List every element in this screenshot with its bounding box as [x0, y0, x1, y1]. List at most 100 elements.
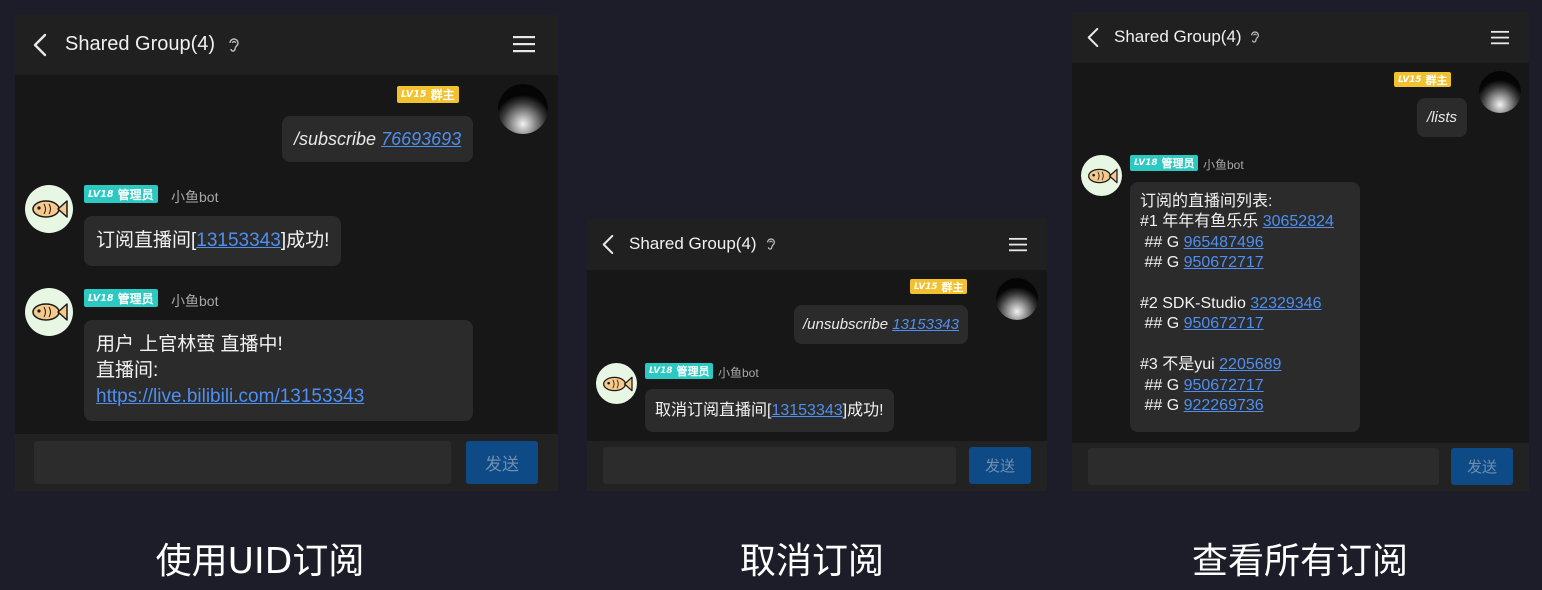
chat-header: Shared Group(4) [1072, 12, 1529, 63]
command-text: /unsubscribe [803, 316, 889, 333]
room-label: #2 SDK-Studio [1140, 295, 1251, 313]
chat-panel-subscribe: Shared Group(4) LV15 群主 /subscribe 766936… [15, 15, 558, 491]
room-id-link[interactable]: 13153343 [771, 402, 842, 419]
subscription-list-bubble: 订阅的直播间列表: #1 年年有鱼乐乐 30652824 ## G 965487… [1130, 182, 1360, 432]
fish-icon [602, 376, 633, 391]
fish-icon [32, 303, 68, 321]
admin-level: LV18 [88, 188, 114, 200]
list-item: #2 SDK-Studio 32329346 [1140, 294, 1350, 314]
owner-role: 群主 [1425, 73, 1448, 87]
group-item: ## G 950672717 [1140, 253, 1350, 273]
live-notice-bubble: 用户 上官林萤 直播中! 直播间: https://live.bilibili.… [84, 320, 473, 421]
admin-level: LV18 [649, 366, 673, 376]
room-id-link[interactable]: 30652824 [1263, 213, 1334, 230]
reply-suffix: ]成功! [280, 230, 330, 251]
caption-list: 查看所有订阅 [1191, 541, 1408, 582]
live-room-link[interactable]: https://live.bilibili.com/13153343 [96, 384, 461, 410]
admin-badge: LV18 管理员 [1130, 155, 1199, 171]
admin-level: LV18 [88, 292, 114, 304]
input-bar: 发送 [1072, 443, 1529, 491]
group-prefix: ## G [1140, 376, 1184, 394]
ear-icon [1250, 30, 1260, 44]
admin-badge: LV18 管理员 [84, 289, 158, 307]
admin-role: 管理员 [1161, 157, 1195, 170]
group-title: Shared Group(4) [65, 33, 216, 55]
room-label: #1 年年有鱼乐乐 [1140, 213, 1263, 231]
group-prefix: ## G [1140, 254, 1184, 272]
list-item: #1 年年有鱼乐乐 30652824 [1140, 212, 1350, 232]
user-avatar[interactable] [996, 278, 1038, 320]
list-title: 订阅的直播间列表: [1140, 193, 1273, 210]
message-input[interactable] [34, 441, 451, 484]
bot-avatar[interactable] [25, 288, 73, 336]
command-bubble: /lists [1417, 98, 1467, 137]
reply-bubble: 取消订阅直播间[13153343]成功! [645, 389, 894, 432]
admin-role: 管理员 [117, 187, 154, 202]
bot-avatar[interactable] [596, 363, 637, 404]
room-id-link[interactable]: 13153343 [196, 230, 281, 251]
command-text: /lists [1427, 109, 1457, 126]
group-item: ## G 950672717 [1140, 314, 1350, 334]
fish-icon [1087, 168, 1118, 183]
bot-avatar[interactable] [1081, 155, 1122, 196]
bot-name: 小鱼bot [171, 189, 219, 205]
reply-bubble: 订阅直播间[13153343]成功! [84, 216, 342, 266]
group-id-link[interactable]: 950672717 [1184, 315, 1264, 332]
owner-level: LV15 [1398, 74, 1422, 85]
group-title: Shared Group(4) [1114, 27, 1242, 46]
admin-badge: LV18 管理员 [84, 185, 158, 203]
user-avatar[interactable] [1479, 71, 1521, 113]
admin-role: 管理员 [676, 365, 710, 378]
group-prefix: ## G [1140, 315, 1184, 333]
live-notice-line1: 用户 上官林萤 直播中! [96, 334, 283, 355]
reply-prefix: 订阅直播间[ [96, 230, 197, 251]
group-id-link[interactable]: 950672717 [1184, 254, 1264, 271]
message-input[interactable] [1088, 448, 1439, 485]
command-arg-link[interactable]: 76693693 [381, 129, 461, 149]
group-prefix: ## G [1140, 233, 1184, 251]
bot-name: 小鱼bot [171, 293, 219, 309]
message-input[interactable] [603, 447, 956, 484]
command-bubble: /subscribe 76693693 [282, 116, 474, 162]
command-arg-link[interactable]: 13153343 [892, 316, 959, 333]
menu-icon[interactable] [1491, 30, 1509, 45]
admin-badge: LV18 管理员 [645, 363, 714, 379]
owner-badge: LV15 群主 [1394, 72, 1452, 87]
group-id-link[interactable]: 922269736 [1184, 397, 1264, 414]
back-arrow-icon[interactable] [602, 234, 614, 255]
menu-icon[interactable] [1009, 237, 1027, 252]
command-bubble: /unsubscribe 13153343 [794, 305, 968, 344]
room-id-link[interactable]: 32329346 [1250, 295, 1321, 312]
group-item: ## G 965487496 [1140, 233, 1350, 253]
send-button[interactable]: 发送 [466, 441, 538, 484]
send-button[interactable]: 发送 [969, 447, 1031, 484]
chat-header: Shared Group(4) [587, 219, 1047, 270]
back-arrow-icon[interactable] [1087, 27, 1099, 48]
admin-role: 管理员 [117, 291, 154, 306]
owner-role: 群主 [941, 280, 964, 294]
group-id-link[interactable]: 950672717 [1184, 377, 1264, 394]
ear-icon [228, 37, 240, 53]
group-item: ## G 922269736 [1140, 396, 1350, 416]
bot-avatar[interactable] [25, 185, 73, 233]
group-id-link[interactable]: 965487496 [1184, 234, 1264, 251]
owner-badge: LV15 群主 [910, 279, 968, 294]
chat-panel-unsubscribe: Shared Group(4) LV15 群主 /unsubscribe 1315… [587, 219, 1047, 491]
menu-icon[interactable] [513, 35, 535, 53]
group-item: ## G 950672717 [1140, 376, 1350, 396]
caption-subscribe: 使用UID订阅 [155, 541, 365, 582]
room-id-link[interactable]: 2205689 [1219, 356, 1281, 373]
send-button[interactable]: 发送 [1451, 448, 1513, 485]
user-avatar[interactable] [498, 84, 548, 134]
chat-header: Shared Group(4) [15, 15, 558, 75]
owner-level: LV15 [401, 89, 427, 100]
reply-suffix: ]成功! [842, 402, 884, 419]
bot-name: 小鱼bot [1203, 158, 1244, 172]
room-label: #3 不是yui [1140, 356, 1220, 374]
group-title: Shared Group(4) [629, 234, 757, 253]
live-notice-line2: 直播间: [96, 360, 159, 381]
ear-icon [766, 237, 776, 251]
back-arrow-icon[interactable] [33, 33, 47, 57]
